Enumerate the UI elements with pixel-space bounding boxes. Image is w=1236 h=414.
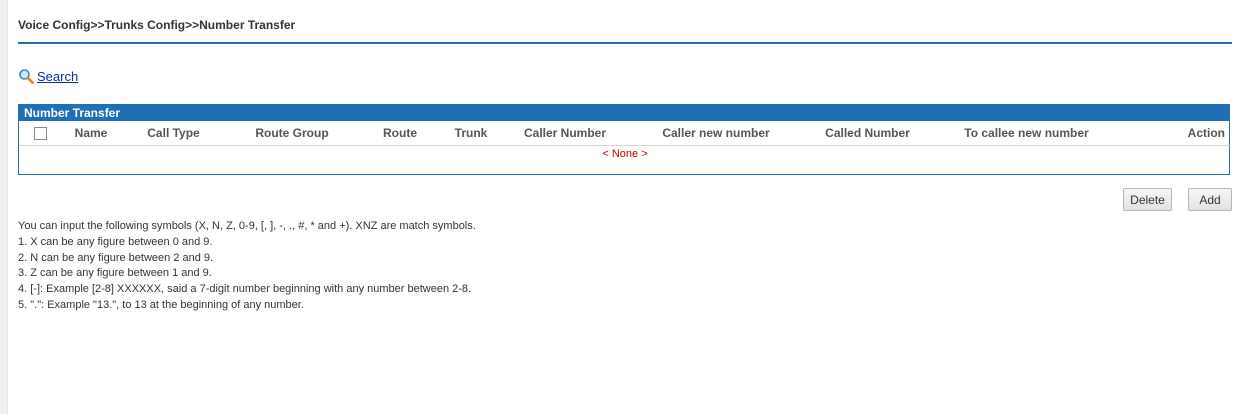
search-link-group[interactable]: Search xyxy=(18,68,78,84)
column-header-called-number: Called Number xyxy=(802,121,933,146)
help-note-2: 2. N can be any figure between 2 and 9. xyxy=(18,251,214,264)
column-header-action: Action xyxy=(1120,121,1231,146)
delete-button[interactable]: Delete xyxy=(1123,188,1172,211)
column-header-call-type: Call Type xyxy=(121,121,226,146)
column-header-caller-new-number: Caller new number xyxy=(630,121,802,146)
number-transfer-table: Name Call Type Route Group Route Trunk C… xyxy=(19,121,1231,162)
help-note-3: 3. Z can be any figure between 1 and 9. xyxy=(18,267,212,280)
search-link[interactable]: Search xyxy=(37,69,78,84)
column-header-name: Name xyxy=(61,121,121,146)
help-note-5: 5. ".": Example "13.", to 13 at the begi… xyxy=(18,298,304,311)
select-all-checkbox[interactable] xyxy=(33,127,47,141)
column-header-trunk: Trunk xyxy=(442,121,500,146)
table-header-row: Name Call Type Route Group Route Trunk C… xyxy=(19,121,1231,146)
help-note-4: 4. [-]: Example [2-8] XXXXXX, said a 7-d… xyxy=(18,283,472,296)
breadcrumb: Voice Config>>Trunks Config>>Number Tran… xyxy=(18,18,296,32)
empty-table-text: < None > xyxy=(602,148,648,160)
number-transfer-panel: Number Transfer Name Call Type Route Gro… xyxy=(18,104,1231,175)
column-header-to-callee-new-number: To callee new number xyxy=(933,121,1120,146)
empty-row: < None > xyxy=(19,146,1231,163)
help-note-1: 1. X can be any figure between 0 and 9. xyxy=(18,235,213,248)
help-note-intro: You can input the following symbols (X, … xyxy=(18,220,476,232)
column-header-route-group: Route Group xyxy=(226,121,358,146)
column-header-caller-number: Caller Number xyxy=(500,121,630,146)
panel-title: Number Transfer xyxy=(19,105,1229,121)
add-button[interactable]: Add xyxy=(1188,188,1232,211)
help-notes: You can input the following symbols (X, … xyxy=(18,219,476,314)
select-all-cell[interactable] xyxy=(19,121,61,146)
header-divider xyxy=(18,42,1232,44)
column-header-route: Route xyxy=(358,121,442,146)
left-frame-strip xyxy=(0,0,8,414)
search-icon[interactable] xyxy=(18,68,34,84)
